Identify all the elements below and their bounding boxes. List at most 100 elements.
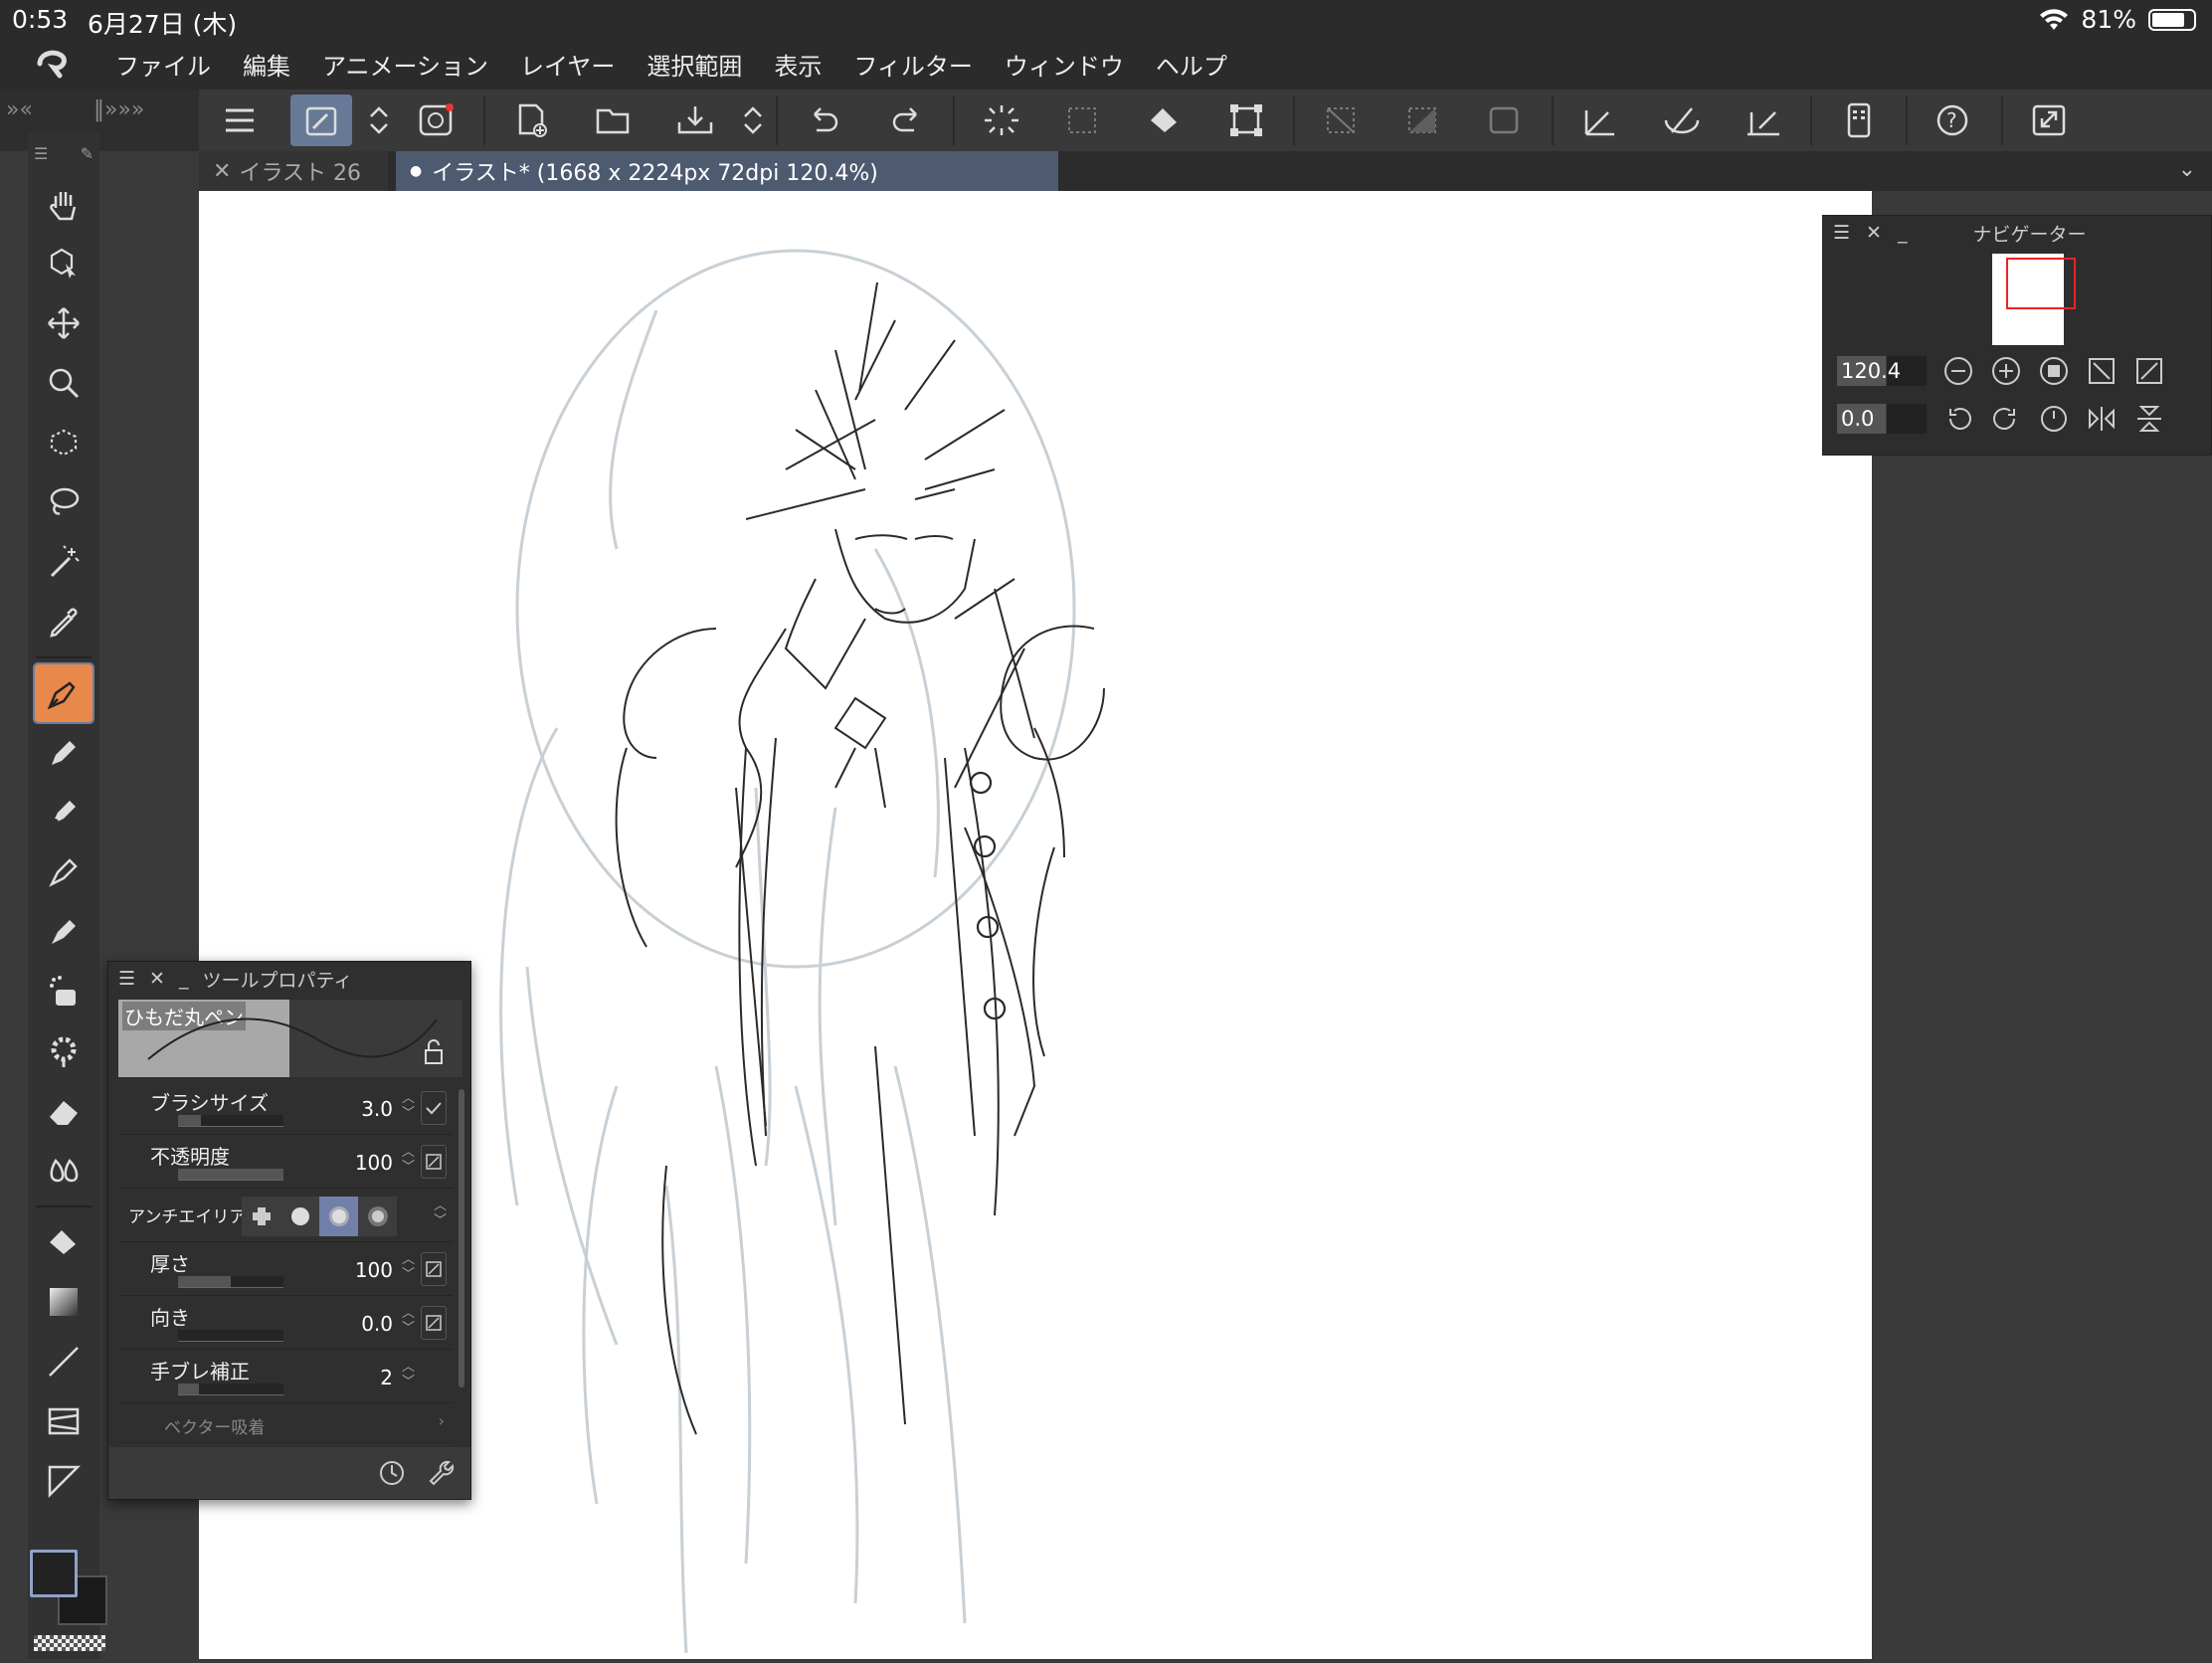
grid-snap-button[interactable] <box>1733 94 1794 146</box>
main-color-swatch[interactable] <box>30 1550 78 1597</box>
stabilization-value[interactable]: 2 <box>380 1366 393 1389</box>
fit-screen-icon[interactable] <box>2133 355 2165 387</box>
edge-keyboard-button[interactable] <box>1828 94 1890 146</box>
ruler-snap-button[interactable] <box>1569 94 1631 146</box>
direction-value[interactable]: 0.0 <box>361 1312 393 1336</box>
brush-tool[interactable] <box>35 784 92 841</box>
stepper-icon[interactable]: ︿ ﹀ <box>402 1145 415 1175</box>
rotation-slider[interactable]: 0.0 <box>1837 404 1927 434</box>
stepper-icon[interactable]: ︿ ﹀ <box>434 1199 447 1228</box>
close-icon[interactable]: ✕ <box>149 968 165 990</box>
decoration-tool[interactable] <box>35 1022 92 1080</box>
transform-select-button[interactable] <box>1052 94 1114 146</box>
selection-border-button[interactable] <box>1474 94 1536 146</box>
ink-tool[interactable] <box>35 843 92 901</box>
pencil-tool[interactable] <box>35 724 92 782</box>
ruler-tool[interactable] <box>35 1452 92 1510</box>
menu-help[interactable]: ヘルプ <box>1156 47 1227 82</box>
updown-button[interactable] <box>366 94 392 146</box>
gradient-tool[interactable] <box>35 1273 92 1331</box>
undo-button[interactable] <box>794 94 855 146</box>
aa-medium-option[interactable] <box>319 1197 358 1236</box>
fill-button[interactable] <box>1134 94 1196 146</box>
antialias-selector[interactable] <box>242 1197 397 1236</box>
menu-filter[interactable]: フィルター <box>853 47 973 82</box>
panel-menu-icon[interactable]: ☰ <box>1833 222 1850 244</box>
viewport-indicator[interactable] <box>2006 258 2076 309</box>
aa-none-option[interactable] <box>242 1197 280 1236</box>
companion-button[interactable] <box>406 94 467 146</box>
app-logo-icon[interactable] <box>30 44 86 84</box>
redo-button[interactable] <box>875 94 937 146</box>
rotate-right-icon[interactable] <box>1990 403 2022 435</box>
fill-tool[interactable] <box>35 1213 92 1271</box>
aa-strong-option[interactable] <box>358 1197 397 1236</box>
dynamics-toggle[interactable] <box>421 1252 447 1286</box>
help-button[interactable]: ? <box>1924 94 1985 146</box>
menu-edit[interactable]: 編集 <box>243 47 290 82</box>
eyedropper-tool[interactable] <box>35 593 92 650</box>
invert-selection-button[interactable] <box>1392 94 1454 146</box>
minimize-icon[interactable]: _ <box>179 968 189 990</box>
flip-horizontal-icon[interactable] <box>2086 403 2118 435</box>
stepper-icon[interactable]: ︿ ﹀ <box>402 1306 415 1336</box>
menu-layer[interactable]: レイヤー <box>520 47 615 82</box>
stabilization-slider[interactable] <box>178 1384 283 1395</box>
collapse-left-icon[interactable]: »« <box>6 97 33 122</box>
thickness-row[interactable]: 厚さ 100 ︿ ﹀ <box>118 1242 453 1296</box>
fullscreen-button[interactable] <box>2019 94 2081 146</box>
navigator-thumbnail[interactable] <box>1992 254 2076 345</box>
zoom-in-icon[interactable] <box>1990 355 2022 387</box>
save-options-button[interactable] <box>740 94 766 146</box>
loading-button[interactable] <box>971 94 1032 146</box>
minimize-icon[interactable]: _ <box>1898 222 1908 244</box>
menu-selection[interactable]: 選択範囲 <box>646 47 742 82</box>
close-icon[interactable]: ✕ <box>213 159 231 184</box>
special-ruler-button[interactable] <box>1651 94 1713 146</box>
wrench-icon[interactable] <box>427 1458 457 1488</box>
thickness-value[interactable]: 100 <box>355 1258 393 1282</box>
tool-switch-button[interactable] <box>290 94 352 146</box>
menu-animation[interactable]: アニメーション <box>322 47 488 82</box>
opacity-row[interactable]: 不透明度 100 ︿ ﹀ <box>118 1135 453 1189</box>
lock-icon[interactable] <box>423 1039 445 1065</box>
zoom-slider[interactable]: 120.4 <box>1837 356 1927 386</box>
fit-window-icon[interactable] <box>2086 355 2118 387</box>
direction-slider[interactable] <box>178 1330 283 1342</box>
zoom-tool[interactable] <box>35 354 92 412</box>
blend-tool[interactable] <box>35 1142 92 1200</box>
antialias-row[interactable]: アンチエイリアス ︿ ﹀ <box>118 1189 453 1242</box>
hand-tool[interactable] <box>35 175 92 233</box>
figure-tool[interactable] <box>35 1333 92 1390</box>
opacity-slider[interactable] <box>178 1169 283 1181</box>
clear-selection-button[interactable] <box>1311 94 1373 146</box>
marker-tool[interactable] <box>35 903 92 961</box>
stepper-icon[interactable]: ︿ ﹀ <box>402 1360 415 1389</box>
stepper-icon[interactable]: ︿ ﹀ <box>402 1091 415 1121</box>
transform-button[interactable] <box>1215 94 1277 146</box>
tab-illust-26[interactable]: ✕ イラスト 26 <box>199 151 388 191</box>
brush-size-slider[interactable] <box>178 1115 283 1127</box>
frame-tool[interactable] <box>35 1392 92 1450</box>
flip-vertical-icon[interactable] <box>2133 403 2165 435</box>
magic-wand-tool[interactable] <box>35 533 92 591</box>
transparent-color-swatch[interactable] <box>34 1635 105 1651</box>
menu-window[interactable]: ウィンドウ <box>1005 47 1124 82</box>
open-button[interactable] <box>583 94 645 146</box>
zoom-out-icon[interactable] <box>1942 355 1974 387</box>
chevron-down-icon[interactable]: ⌄ <box>2178 157 2196 182</box>
menu-file[interactable]: ファイル <box>115 47 211 82</box>
panel-menu-icon[interactable]: ☰ <box>34 144 48 163</box>
brush-preview[interactable]: ひもだ丸ペン <box>118 1000 462 1077</box>
move-tool[interactable] <box>35 294 92 352</box>
object-tool[interactable] <box>35 235 92 292</box>
airbrush-tool[interactable] <box>35 963 92 1020</box>
save-button[interactable] <box>664 94 726 146</box>
selection-tool[interactable] <box>35 414 92 471</box>
opacity-value[interactable]: 100 <box>355 1151 393 1175</box>
brush-size-value[interactable]: 3.0 <box>361 1097 393 1121</box>
aa-weak-option[interactable] <box>280 1197 319 1236</box>
lasso-tool[interactable] <box>35 473 92 531</box>
direction-row[interactable]: 向き 0.0 ︿ ﹀ <box>118 1296 453 1350</box>
dynamics-toggle[interactable] <box>421 1306 447 1340</box>
